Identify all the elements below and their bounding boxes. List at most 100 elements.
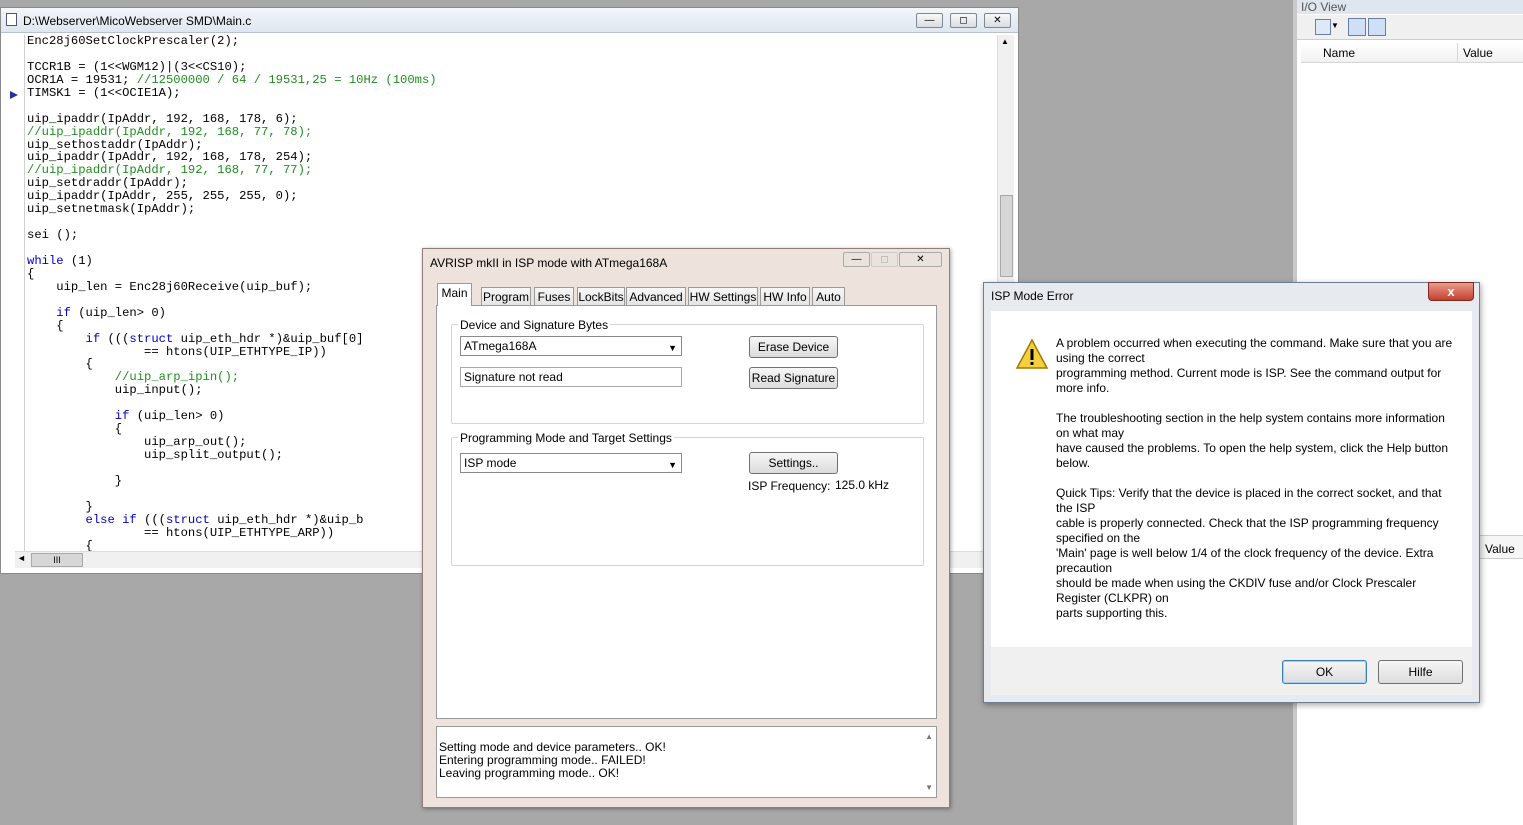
log-lines: Setting mode and device parameters.. OK!… <box>439 741 666 780</box>
code-token: TIMSK1 = (1<<OCIE1A); <box>27 85 181 100</box>
horizontal-scroll-thumb[interactable]: III <box>31 553 83 567</box>
avrisp-minimize-button[interactable]: — <box>843 252 870 267</box>
avrisp-close-button[interactable]: ✕ <box>899 252 942 267</box>
isp-frequency-label: ISP Frequency: <box>748 479 831 493</box>
error-message-area: A problem occurred when executing the co… <box>991 311 1472 647</box>
code-token: else if <box>85 512 137 527</box>
code-token: uip_input(); <box>27 383 203 398</box>
code-token: uip_len = Enc28j60Receive(uip_buf); <box>27 279 313 294</box>
read-signature-button[interactable]: Read Signature <box>749 367 838 389</box>
filter-icon[interactable] <box>1315 19 1331 35</box>
maximize-button[interactable]: ◻ <box>950 13 977 28</box>
warning-icon <box>1016 339 1048 369</box>
avrisp-dialog-title: AVRISP mkII in ISP mode with ATmega168A <box>430 256 668 270</box>
main-tab-panel: Device and Signature Bytes ATmega168A ▼ … <box>436 305 937 719</box>
device-select-value: ATmega168A <box>464 339 537 353</box>
error-text-line: cable is properly connected. Check that … <box>1056 516 1439 545</box>
tab-hw-info[interactable]: HW Info <box>760 287 810 305</box>
device-select[interactable]: ATmega168A ▼ <box>460 336 682 356</box>
error-text-line: programming method. Current mode is ISP.… <box>1056 366 1442 395</box>
error-text-line: have caused the problems. To open the he… <box>1056 441 1449 470</box>
code-token: uip_arp_out(); <box>27 435 247 450</box>
editor-title-bar[interactable]: D:\Webserver\MicoWebserver SMD\Main.c — … <box>1 8 1018 33</box>
editor-gutter[interactable] <box>2 35 25 551</box>
programming-mode-select[interactable]: ISP mode ▼ <box>460 453 682 473</box>
list-view-icon[interactable] <box>1368 18 1386 36</box>
code-token: TCCR1B = (1<<WGM12)|(3<<CS10); <box>27 59 247 74</box>
code-line[interactable]: Enc28j60SetClockPrescaler(2); <box>27 35 995 48</box>
tab-lockbits[interactable]: LockBits <box>577 287 625 305</box>
code-token: { <box>27 538 93 551</box>
minimize-button[interactable]: — <box>916 13 943 28</box>
tab-advanced[interactable]: Advanced <box>626 287 686 305</box>
log-scroll-down-icon[interactable]: ▼ <box>925 781 933 794</box>
tab-fuses[interactable]: Fuses <box>534 287 574 305</box>
dropdown-arrow-icon: ▼ <box>668 460 677 470</box>
code-token: uip_setdraddr(IpAddr); <box>27 176 188 191</box>
code-line[interactable]: TIMSK1 = (1<<OCIE1A); <box>27 85 995 100</box>
command-output-log[interactable]: Setting mode and device parameters.. OK!… <box>436 726 937 798</box>
code-token: struct <box>165 512 210 527</box>
help-button[interactable]: Hilfe <box>1378 660 1463 684</box>
ok-button[interactable]: OK <box>1282 660 1367 684</box>
error-button-bar: OK Hilfe <box>991 647 1472 695</box>
tab-auto[interactable]: Auto <box>812 287 845 305</box>
isp-mode-error-dialog: ISP Mode Error x A problem occurred when… <box>983 282 1480 703</box>
code-token: uip_eth_hdr *)&uip_b <box>209 512 364 527</box>
mode-select-value: ISP mode <box>464 456 517 470</box>
code-token: struct <box>129 331 174 346</box>
tab-program[interactable]: Program <box>481 287 531 305</box>
code-token: uip_ipaddr(IpAddr, 192, 168, 178, 6); <box>27 111 298 126</box>
tree-view-icon[interactable] <box>1348 18 1366 36</box>
erase-device-button[interactable]: Erase Device <box>749 336 838 358</box>
error-text-line: parts supporting this. <box>1056 606 1168 620</box>
code-token: { <box>27 357 93 372</box>
column-header-value[interactable]: Value <box>1463 46 1493 60</box>
code-token: if <box>56 305 71 320</box>
current-line-arrow-icon <box>10 91 18 99</box>
scroll-up-arrow-icon[interactable]: ▲ <box>1001 37 1009 46</box>
code-token: OCR1A = 19531; <box>27 72 137 87</box>
signature-field[interactable]: Signature not read <box>460 367 682 387</box>
chevron-down-icon[interactable]: ▼ <box>1331 21 1339 30</box>
error-message-text: A problem occurred when executing the co… <box>1056 336 1456 636</box>
log-scroll-up-icon[interactable]: ▲ <box>925 730 933 743</box>
isp-frequency-value: 125.0 kHz <box>835 478 890 492</box>
error-paragraph: The troubleshooting section in the help … <box>1056 411 1456 471</box>
io-table-header: Name Value <box>1301 43 1523 63</box>
code-token: uip_setnetmask(IpAddr); <box>27 202 196 217</box>
vertical-scroll-thumb[interactable] <box>1000 195 1013 277</box>
code-token: ((( <box>100 331 130 346</box>
avrisp-dialog: AVRISP mkII in ISP mode with ATmega168A … <box>422 248 950 808</box>
error-close-button[interactable]: x <box>1428 282 1474 301</box>
lower-table-header: Value <box>1477 535 1523 559</box>
tab-main[interactable]: Main <box>437 283 472 306</box>
editor-title: D:\Webserver\MicoWebserver SMD\Main.c <box>23 14 252 28</box>
code-token: //12500000 / 64 / 19531,25 = 10Hz (100ms… <box>136 72 437 87</box>
column-divider[interactable] <box>1457 43 1458 62</box>
code-line[interactable]: sei (); <box>27 229 995 242</box>
code-line[interactable] <box>27 216 995 229</box>
column-header-name[interactable]: Name <box>1323 46 1355 60</box>
close-button[interactable]: ✕ <box>984 13 1011 28</box>
error-paragraph: A problem occurred when executing the co… <box>1056 336 1456 396</box>
code-token: } <box>27 473 123 488</box>
code-token: uip_sethostaddr(IpAddr); <box>27 137 203 152</box>
document-icon <box>6 13 17 26</box>
column-header-value-lower[interactable]: Value <box>1485 542 1515 556</box>
scroll-left-arrow-icon[interactable]: ◄ <box>17 553 26 563</box>
avrisp-maximize-button: ◻ <box>871 252 898 267</box>
code-line[interactable]: uip_setnetmask(IpAddr); <box>27 203 995 216</box>
settings-button[interactable]: Settings.. <box>749 452 838 474</box>
tab-hw-settings[interactable]: HW Settings <box>688 287 758 305</box>
code-token: sei (); <box>27 228 79 243</box>
code-token: == htons(UIP_ETHTYPE_IP)) <box>27 344 327 359</box>
error-text-line: The troubleshooting section in the help … <box>1056 411 1445 440</box>
code-token: { <box>27 266 35 281</box>
code-token: uip_ipaddr(IpAddr, 255, 255, 255, 0); <box>27 189 298 204</box>
